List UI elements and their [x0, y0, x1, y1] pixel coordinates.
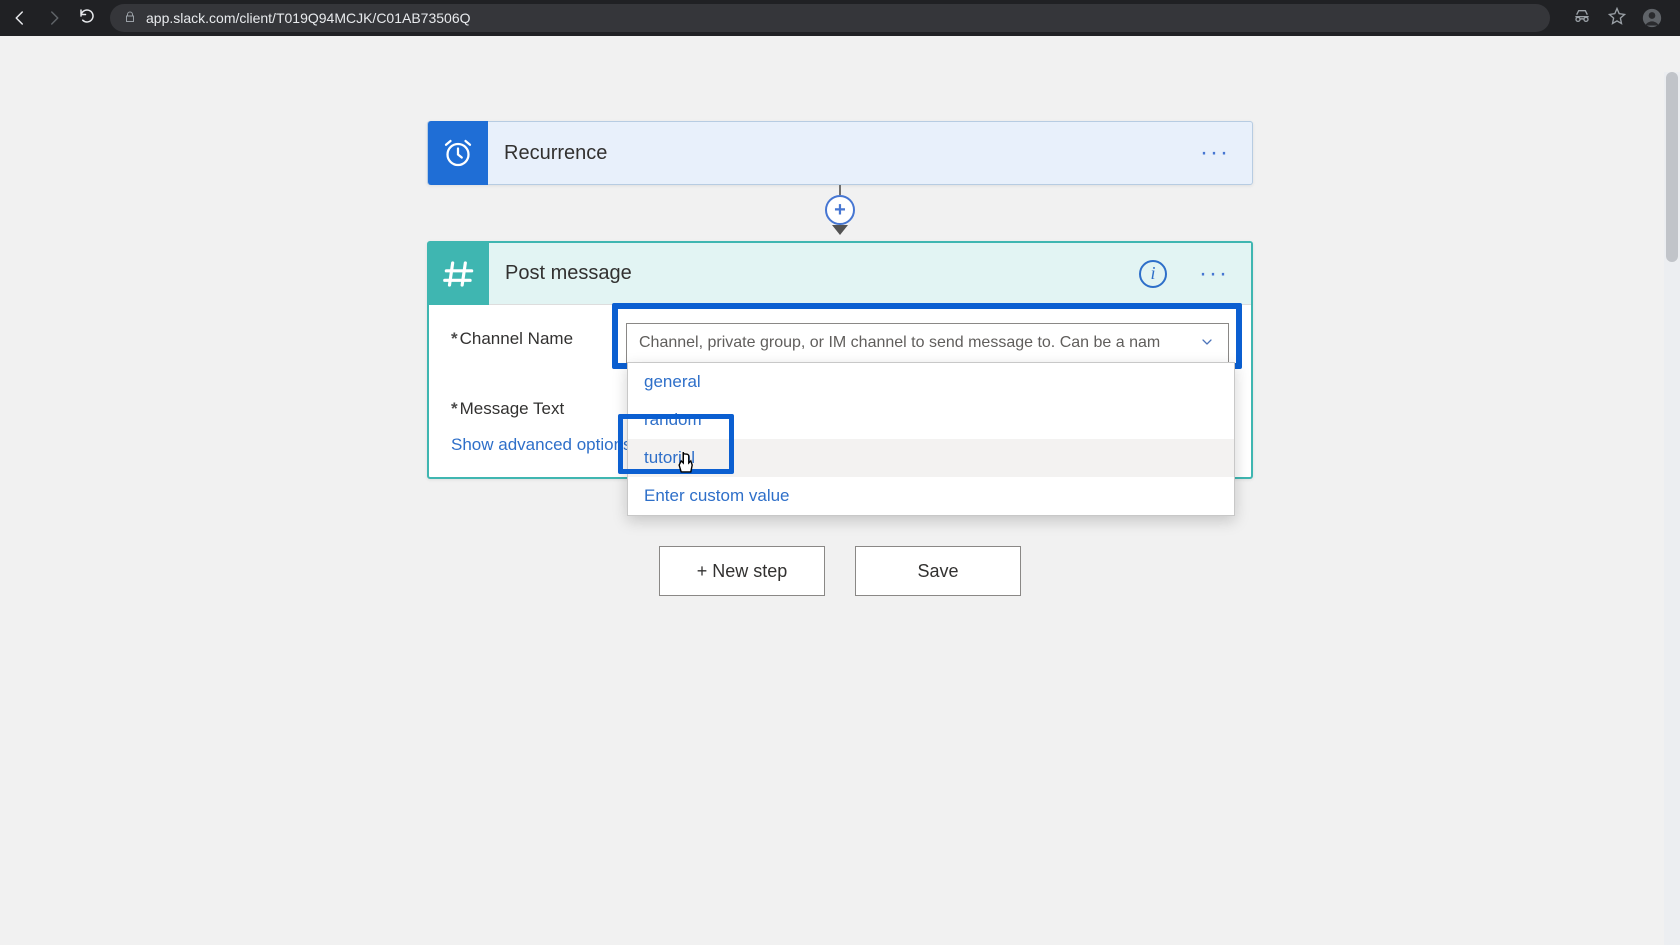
- trigger-title: Recurrence: [488, 142, 1178, 165]
- forward-button[interactable]: [44, 9, 64, 27]
- action-header[interactable]: Post message i ···: [429, 243, 1251, 305]
- hash-icon: [429, 243, 489, 305]
- profile-avatar[interactable]: [1642, 8, 1662, 28]
- star-icon[interactable]: [1608, 7, 1626, 30]
- scrollbar[interactable]: [1664, 72, 1680, 945]
- browser-bar: app.slack.com/client/T019Q94MCJK/C01AB73…: [0, 0, 1680, 36]
- clock-icon: [428, 121, 488, 185]
- trigger-menu-button[interactable]: ···: [1178, 139, 1252, 167]
- trigger-card-recurrence[interactable]: Recurrence ···: [427, 121, 1253, 185]
- add-step-between-button[interactable]: +: [825, 195, 855, 225]
- url-text: app.slack.com/client/T019Q94MCJK/C01AB73…: [146, 10, 471, 26]
- scrollbar-thumb[interactable]: [1666, 72, 1678, 262]
- info-icon[interactable]: i: [1139, 260, 1167, 288]
- channel-name-placeholder: Channel, private group, or IM channel to…: [639, 334, 1160, 352]
- lock-icon: [124, 10, 136, 27]
- dropdown-option-tutorial[interactable]: tutorial: [628, 439, 1234, 477]
- channel-name-select[interactable]: Channel, private group, or IM channel to…: [626, 323, 1229, 363]
- arrow-down-icon: [832, 225, 848, 235]
- back-button[interactable]: [10, 9, 30, 27]
- reload-button[interactable]: [78, 7, 96, 30]
- footer-buttons: + New step Save: [659, 546, 1021, 596]
- flow-canvas: Recurrence ··· + Post message i ··· *Cha…: [0, 36, 1680, 945]
- dropdown-option-random[interactable]: random: [628, 401, 1234, 439]
- action-menu-button[interactable]: ···: [1177, 260, 1251, 288]
- dropdown-option-custom[interactable]: Enter custom value: [628, 477, 1234, 515]
- chevron-down-icon: [1198, 335, 1216, 351]
- save-button[interactable]: Save: [855, 546, 1021, 596]
- channel-name-row: *Channel Name Channel, private group, or…: [451, 323, 1229, 363]
- incognito-icon[interactable]: [1572, 8, 1592, 29]
- connector: +: [825, 185, 855, 235]
- action-title: Post message: [489, 262, 1139, 285]
- new-step-button[interactable]: + New step: [659, 546, 825, 596]
- show-advanced-label: Show advanced options: [451, 435, 632, 455]
- channel-dropdown: general random tutorial Enter custom val…: [627, 362, 1235, 516]
- url-bar[interactable]: app.slack.com/client/T019Q94MCJK/C01AB73…: [110, 4, 1550, 32]
- message-text-label: *Message Text: [451, 393, 626, 419]
- channel-name-label: *Channel Name: [451, 323, 626, 349]
- dropdown-option-general[interactable]: general: [628, 363, 1234, 401]
